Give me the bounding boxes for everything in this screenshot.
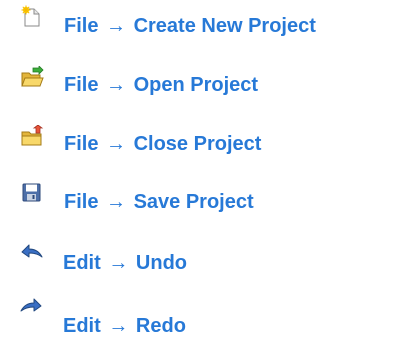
menu-name: File	[64, 191, 99, 213]
menu-name: File	[64, 15, 99, 37]
arrow-icon: →	[106, 74, 127, 96]
arrow-icon: →	[106, 15, 127, 37]
open-folder-icon	[20, 66, 44, 90]
menu-item-label: Edit → Redo	[63, 314, 186, 338]
menu-item-open-project[interactable]: File → Open Project	[0, 64, 394, 104]
menu-name: Edit	[63, 252, 101, 274]
close-folder-icon	[20, 125, 44, 149]
undo-arrow-icon	[20, 240, 44, 264]
action-name: Create New Project	[133, 15, 316, 37]
menu-name: File	[64, 74, 99, 96]
menu-item-save-project[interactable]: File → Save Project	[0, 181, 394, 221]
menu-item-label: File → Save Project	[64, 190, 254, 214]
action-name: Redo	[135, 315, 186, 337]
menu-item-label: File → Create New Project	[64, 14, 316, 38]
menu-command-list: File → Create New Project File → Open Pr…	[0, 0, 394, 351]
arrow-icon: →	[106, 191, 127, 213]
menu-item-create-new-project[interactable]: File → Create New Project	[0, 5, 394, 45]
menu-item-close-project[interactable]: File → Close Project	[0, 123, 394, 163]
action-name: Undo	[135, 252, 187, 274]
menu-item-label: Edit → Undo	[63, 251, 187, 275]
new-document-icon	[19, 5, 43, 29]
arrow-icon: →	[108, 315, 129, 337]
floppy-disk-icon	[20, 181, 44, 205]
menu-name: File	[64, 133, 99, 155]
menu-name: Edit	[63, 315, 101, 337]
menu-item-undo[interactable]: Edit → Undo	[0, 240, 394, 280]
arrow-icon: →	[108, 252, 129, 274]
arrow-icon: →	[106, 133, 127, 155]
redo-arrow-icon	[19, 296, 43, 320]
menu-item-label: File → Close Project	[64, 132, 261, 156]
menu-item-redo[interactable]: Edit → Redo	[0, 296, 394, 338]
action-name: Close Project	[133, 133, 262, 155]
action-name: Save Project	[133, 191, 254, 213]
menu-item-label: File → Open Project	[64, 73, 258, 97]
action-name: Open Project	[133, 74, 259, 96]
